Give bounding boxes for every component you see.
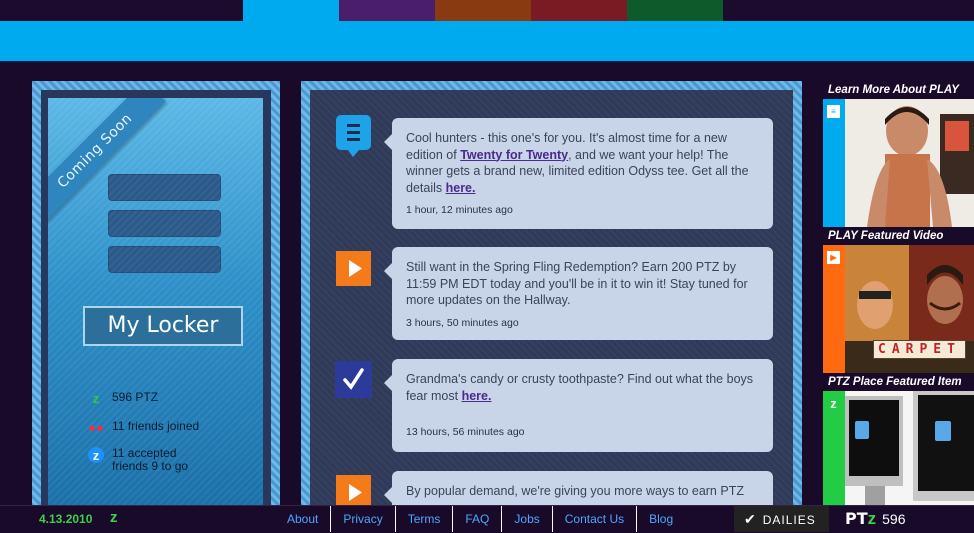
coming-soon-ribbon: Coming Soon [48,98,166,222]
locker-slot [108,174,221,201]
ptz-label: PT [845,509,868,528]
play-badge-icon: ▶ [827,251,840,264]
timestamp: 1 hour, 12 minutes ago [406,204,513,216]
accepted-z-icon: z [88,447,104,463]
ptz-stat-text: 596 PTZ [112,390,159,404]
footer-link-blog[interactable]: Blog [636,506,685,532]
play-icon [335,250,372,287]
ptz-stat: z 596 PTZ [88,390,158,406]
section-strip [823,99,845,227]
section-strip [823,245,845,373]
ptz-badge-icon: z [830,396,837,411]
feed-item: Still want in the Spring Fling Redemptio… [384,247,773,340]
friends-stat-text: 11 friends joined [112,419,200,433]
learn-more-heading: Learn More About PLAY [823,81,974,99]
accepted-line-2: friends 9 to go [112,459,189,473]
ptz-total[interactable]: PTz 596 [845,506,906,532]
top-nav-tabs [0,0,974,21]
ptz-z-icon: z [92,390,100,406]
hallway-badge-icon: ≡ [827,105,840,118]
ptz-z-icon: z [110,509,118,526]
locker-card: Coming Soon My Locker z 596 PTZ ●● 11 fr… [48,98,263,511]
accepted-line-1: 11 accepted [112,446,177,460]
dailies-label: DAILIES [762,513,816,527]
feed-item: Grandma's candy or crusty toothpaste? Fi… [384,359,773,452]
check-mark-icon: ✔ [744,511,757,527]
tab-purple[interactable] [339,0,435,21]
footer-link-about[interactable]: About [275,506,330,532]
ptz-value: 596 [882,511,906,527]
carpet-caption: CARPET [873,340,966,359]
twenty-for-twenty-link[interactable]: Twenty for Twenty [460,148,568,162]
my-locker-button[interactable]: My Locker [83,306,243,346]
carpet-letters: CARPET [873,340,966,359]
boys-fear-here-link[interactable]: here. [462,389,492,403]
locker-slot [108,246,221,273]
footer-link-contact[interactable]: Contact Us [551,506,636,532]
featured-video-thumbnail[interactable]: CARPET [845,245,974,373]
learn-more-video-thumbnail[interactable] [845,99,974,227]
featured-item-thumbnail[interactable] [845,391,974,511]
accepted-stat: z 11 accepted friends 9 to go [88,447,188,473]
featured-item-heading: PTZ Place Featured Item [823,373,974,391]
right-column: Learn More About PLAY ≡ PLAY Featured Vi… [823,81,974,511]
hallway-feed-panel: Cool hunters - this one's for you. It's … [301,81,802,511]
footer-date: 4.13.2010 [39,512,93,526]
tab-orange[interactable] [435,0,531,21]
footer-link-faq[interactable]: FAQ [452,506,501,532]
locker-slot [108,210,221,237]
check-icon [335,361,372,398]
friends-stat: ●● 11 friends joined [88,419,199,435]
tab-green[interactable] [627,0,723,21]
footer-link-jobs[interactable]: Jobs [501,506,551,532]
tab-red[interactable] [531,0,627,21]
footer-bar: 4.13.2010 z About Privacy Terms FAQ Jobs… [0,505,974,532]
timestamp: 13 hours, 56 minutes ago [406,426,525,438]
feed-item: Cool hunters - this one's for you. It's … [384,118,773,229]
featured-video-heading: PLAY Featured Video [823,227,974,245]
locker-panel: Coming Soon My Locker z 596 PTZ ●● 11 fr… [32,81,280,511]
tab-blue[interactable] [243,0,339,21]
hallway-list-icon [335,114,372,157]
friends-icon: ●● [88,419,104,435]
header-banner [0,21,974,63]
footer-links: About Privacy Terms FAQ Jobs Contact Us … [275,506,685,532]
footer-link-privacy[interactable]: Privacy [330,506,394,532]
dailies-button[interactable]: ✔ DAILIES [734,506,829,532]
details-here-link[interactable]: here. [446,181,476,195]
footer-link-terms[interactable]: Terms [394,506,453,532]
ptz-z-icon: z [867,509,877,528]
hallway-feed: Cool hunters - this one's for you. It's … [310,90,793,511]
timestamp: 3 hours, 50 minutes ago [406,316,519,329]
